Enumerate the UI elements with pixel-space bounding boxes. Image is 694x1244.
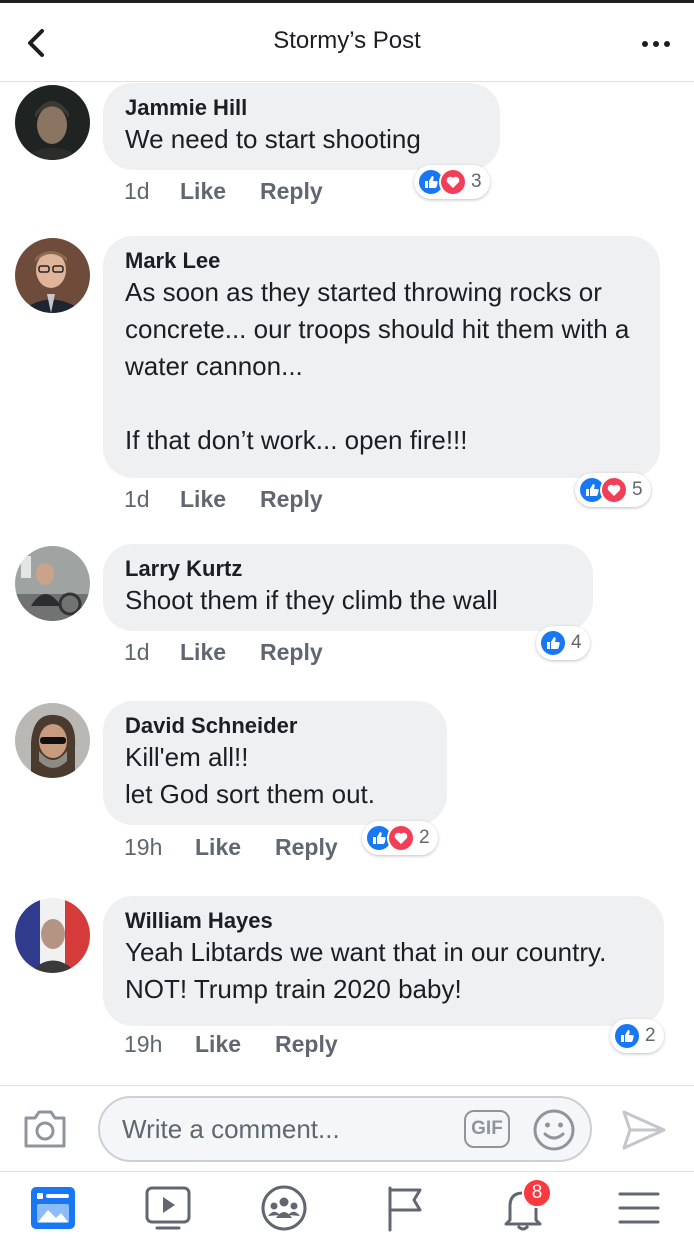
- send-icon: [622, 1110, 666, 1150]
- like-reaction-icon: [613, 1022, 641, 1050]
- comment-author[interactable]: William Hayes: [125, 908, 642, 934]
- tab-groups[interactable]: [259, 1184, 311, 1234]
- camera-icon: [24, 1110, 66, 1148]
- comment-bubble: David Schneider Kill'em all!! let God so…: [103, 701, 447, 825]
- smiley-icon: [533, 1109, 575, 1151]
- camera-button[interactable]: [22, 1108, 68, 1150]
- comment-author[interactable]: Larry Kurtz: [125, 556, 571, 582]
- reply-button[interactable]: Reply: [260, 486, 323, 513]
- video-play-icon: [145, 1186, 191, 1230]
- comment-bubble: William Hayes Yeah Libtards we want that…: [103, 896, 664, 1026]
- comment-time: 19h: [124, 1031, 163, 1057]
- tab-news-feed[interactable]: [28, 1184, 80, 1234]
- comment-time: 1d: [124, 486, 150, 512]
- reaction-count: 2: [645, 1025, 656, 1046]
- love-reaction-icon: [439, 168, 467, 196]
- love-reaction-icon: [387, 824, 415, 852]
- comment-bubble: Larry Kurtz Shoot them if they climb the…: [103, 544, 593, 631]
- hamburger-menu-icon: [618, 1192, 660, 1224]
- comment-bubble: Jammie Hill We need to start shooting: [103, 83, 500, 170]
- avatar[interactable]: [15, 703, 90, 778]
- avatar[interactable]: [15, 238, 90, 313]
- reply-button[interactable]: Reply: [275, 1031, 338, 1058]
- tab-watch[interactable]: [143, 1184, 195, 1234]
- reaction-count: 4: [571, 632, 582, 653]
- reply-button[interactable]: Reply: [275, 834, 338, 861]
- comment-author[interactable]: David Schneider: [125, 713, 425, 739]
- gif-button[interactable]: GIF: [464, 1110, 510, 1148]
- news-feed-icon: [31, 1187, 75, 1229]
- comment-text: We need to start shooting: [125, 124, 421, 154]
- comment-text: Shoot them if they climb the wall: [125, 585, 498, 615]
- like-button[interactable]: Like: [195, 1031, 241, 1058]
- love-reaction-icon: [600, 476, 628, 504]
- comment-composer: GIF: [0, 1085, 694, 1171]
- comment-time: 19h: [124, 834, 163, 860]
- reaction-count: 5: [632, 479, 643, 500]
- tab-menu[interactable]: [614, 1184, 666, 1234]
- comment-text: Yeah Libtards we want that in our countr…: [125, 937, 614, 1004]
- avatar[interactable]: [15, 85, 90, 160]
- reply-button[interactable]: Reply: [260, 639, 323, 666]
- comment-input[interactable]: [98, 1096, 592, 1162]
- like-button[interactable]: Like: [180, 486, 226, 513]
- emoji-button[interactable]: [532, 1108, 576, 1152]
- groups-icon: [261, 1185, 307, 1231]
- like-button[interactable]: Like: [195, 834, 241, 861]
- tab-pages[interactable]: [380, 1184, 432, 1234]
- like-button[interactable]: Like: [180, 639, 226, 666]
- comment-list: Jammie Hill We need to start shooting 1d…: [0, 83, 694, 1085]
- reaction-summary[interactable]: 3: [414, 165, 490, 199]
- flag-icon: [388, 1186, 422, 1232]
- comment-author[interactable]: Jammie Hill: [125, 95, 478, 121]
- notification-badge: 8: [522, 1178, 552, 1208]
- like-button[interactable]: Like: [180, 178, 226, 205]
- tab-notifications[interactable]: 8: [498, 1178, 552, 1234]
- reaction-count: 3: [471, 171, 482, 192]
- comment-text: Kill'em all!! let God sort them out.: [125, 742, 376, 809]
- top-bar: Stormy’s Post: [0, 0, 694, 82]
- reaction-summary[interactable]: 4: [536, 626, 590, 660]
- reaction-summary[interactable]: 2: [610, 1019, 664, 1053]
- more-dots-icon: [642, 41, 648, 47]
- send-button[interactable]: [620, 1108, 668, 1152]
- avatar[interactable]: [15, 898, 90, 973]
- comment-author[interactable]: Mark Lee: [125, 248, 638, 274]
- more-options-button[interactable]: [636, 29, 676, 59]
- comment-bubble: Mark Lee As soon as they started throwin…: [103, 236, 660, 478]
- page-title: Stormy’s Post: [273, 27, 421, 54]
- avatar[interactable]: [15, 546, 90, 621]
- comment-text: As soon as they started throwing rocks o…: [125, 277, 630, 455]
- comment-time: 1d: [124, 178, 150, 204]
- reaction-summary[interactable]: 2: [362, 821, 438, 855]
- comment-time: 1d: [124, 639, 150, 665]
- reaction-summary[interactable]: 5: [575, 473, 651, 507]
- reaction-count: 2: [419, 827, 430, 848]
- like-reaction-icon: [539, 629, 567, 657]
- bottom-tab-bar: 8: [0, 1171, 694, 1244]
- reply-button[interactable]: Reply: [260, 178, 323, 205]
